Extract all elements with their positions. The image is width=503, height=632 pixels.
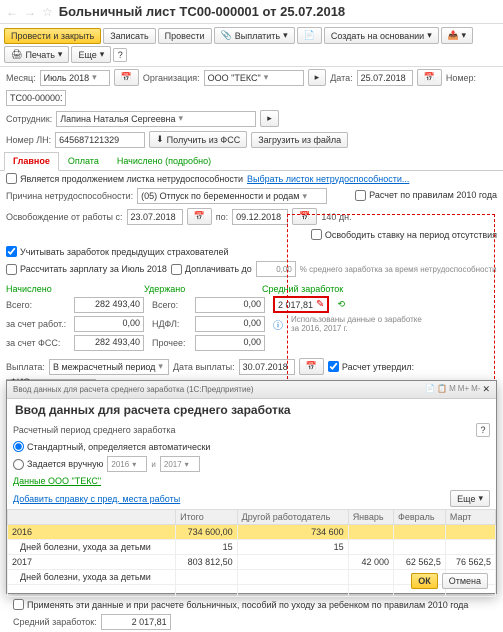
from-cal-icon[interactable]: 📅 bbox=[187, 208, 212, 225]
calc-period-label: Расчетный период среднего заработка bbox=[13, 425, 176, 435]
avg-header: Средний заработок bbox=[262, 284, 343, 294]
absence-from[interactable] bbox=[127, 209, 183, 225]
total-withheld: 0,00 bbox=[195, 297, 265, 313]
reason-select[interactable]: (05) Отпуск по беременности и родам bbox=[137, 188, 327, 204]
cancel-button[interactable]: Отмена bbox=[442, 573, 488, 589]
year1-select[interactable]: 2016 bbox=[107, 456, 147, 472]
payment-select[interactable]: В межрасчетный период bbox=[49, 359, 169, 375]
ok-button[interactable]: ОК bbox=[411, 573, 438, 589]
close-icon[interactable]: ✕ bbox=[482, 384, 490, 395]
recalc-check[interactable]: Рассчитать зарплату за Июль 2018 bbox=[6, 264, 167, 275]
employer-amt: 0,00 bbox=[74, 316, 144, 332]
year2-select[interactable]: 2017 bbox=[160, 456, 200, 472]
tab-pay[interactable]: Оплата bbox=[59, 152, 108, 170]
recalc-icon[interactable]: ⟲ bbox=[337, 299, 345, 310]
table-row[interactable]: Дней болезни, ухода за детьми1515 bbox=[8, 540, 496, 555]
continuation-check[interactable]: Является продолжением листка нетрудоспос… bbox=[6, 173, 243, 184]
fss-amt: 282 493,40 bbox=[74, 335, 144, 351]
payment-label: Выплата: bbox=[6, 362, 45, 372]
pay-button[interactable]: 📎 Выплатить ▾ bbox=[214, 27, 295, 44]
other-amt: 0,00 bbox=[195, 335, 265, 351]
num-label: Номер: bbox=[446, 73, 476, 83]
modal-title: Ввод данных для расчета среднего заработ… bbox=[7, 399, 496, 421]
add-ref-link[interactable]: Добавить справку с пред. места работы bbox=[13, 494, 180, 504]
info-text: Использованы данные о заработке за 2016,… bbox=[291, 315, 431, 333]
file-button[interactable]: Загрузить из файла bbox=[251, 132, 348, 148]
num-input[interactable] bbox=[6, 90, 66, 106]
table-row[interactable]: 2016734 600,00734 600 bbox=[8, 525, 496, 540]
absence-label: Освобождение от работы с: bbox=[6, 212, 123, 222]
org-select[interactable]: ООО "ТЕКС" bbox=[204, 70, 304, 86]
modal-more-button[interactable]: Еще ▾ bbox=[450, 490, 490, 507]
avg-earnings-modal: Ввод данных для расчета среднего заработ… bbox=[6, 380, 497, 594]
print-button[interactable]: 🖨 Печать ▾ bbox=[4, 46, 69, 63]
ndfl-amt: 0,00 bbox=[195, 316, 265, 332]
pick-sheet-link[interactable]: Выбрать листок нетрудоспособности... bbox=[247, 174, 409, 184]
modal-window-title: Ввод данных для расчета среднего заработ… bbox=[13, 385, 254, 394]
fss-button[interactable]: ⬇ Получить из ФСС bbox=[149, 131, 247, 148]
modal-avg-label: Средний заработок: bbox=[13, 617, 97, 627]
post-close-button[interactable]: Провести и закрыть bbox=[4, 28, 101, 44]
prev-ins-check[interactable]: Учитывать заработок предыдущих страховат… bbox=[6, 246, 229, 257]
help-icon[interactable]: ? bbox=[476, 423, 490, 437]
star-icon[interactable]: ☆ bbox=[42, 5, 53, 19]
apply2010-check[interactable]: Применять эти данные и при расчете больн… bbox=[13, 599, 468, 610]
date-picker[interactable]: 📅 bbox=[417, 69, 442, 86]
emp-label: Сотрудник: bbox=[6, 114, 52, 124]
avg-earnings-box[interactable]: 2 017,81✎ bbox=[273, 296, 329, 313]
ln-input[interactable] bbox=[55, 132, 145, 148]
pay-date[interactable] bbox=[239, 359, 295, 375]
date-input[interactable] bbox=[357, 70, 413, 86]
modal-avg-input[interactable] bbox=[101, 614, 171, 630]
create-based-button[interactable]: Создать на основании ▾ bbox=[324, 27, 439, 44]
days-label: 140 дн. bbox=[321, 212, 351, 222]
data-org-link[interactable]: Данные ООО "ТЕКС" bbox=[13, 476, 101, 486]
nav-back-icon[interactable]: ← bbox=[6, 5, 18, 19]
save-button[interactable]: Записать bbox=[103, 28, 155, 44]
help-button[interactable]: ? bbox=[113, 48, 127, 62]
nav-fwd-icon[interactable]: → bbox=[24, 5, 36, 19]
table-row[interactable]: 2017803 812,5042 00062 562,576 562,5 bbox=[8, 555, 496, 570]
supplement-check[interactable]: Доплачивать до bbox=[171, 264, 252, 275]
pencil-icon[interactable]: ✎ bbox=[316, 299, 324, 310]
month-select[interactable]: Июль 2018 bbox=[40, 70, 110, 86]
free-rate-check[interactable]: Освободить ставку на период отсутствия bbox=[311, 229, 497, 240]
org-label: Организация: bbox=[143, 73, 200, 83]
reason-label: Причина нетрудоспособности: bbox=[6, 191, 133, 201]
attach-button[interactable]: 📄 bbox=[297, 27, 322, 44]
to-cal-icon[interactable]: 📅 bbox=[292, 208, 317, 225]
more-button[interactable]: Еще ▾ bbox=[71, 46, 111, 63]
info-icon: ⓘ bbox=[273, 317, 283, 332]
supplement-pct[interactable] bbox=[256, 261, 296, 277]
absence-to[interactable] bbox=[232, 209, 288, 225]
withheld-header: Удержано bbox=[144, 284, 254, 294]
month-picker[interactable]: 📅 bbox=[114, 69, 139, 86]
emp-select[interactable]: Лапина Наталья Сергеевна bbox=[56, 111, 256, 127]
date-label: Дата: bbox=[330, 73, 352, 83]
ln-label: Номер ЛН: bbox=[6, 135, 51, 145]
page-title: Больничный лист ТС00-000001 от 25.07.201… bbox=[59, 4, 345, 19]
radio-manual[interactable]: Задается вручную bbox=[13, 459, 103, 470]
pay-cal-icon[interactable]: 📅 bbox=[299, 358, 324, 375]
emp-open[interactable]: ▸ bbox=[260, 110, 279, 127]
total-accrued: 282 493,40 bbox=[74, 297, 144, 313]
tab-calc[interactable]: Начислено (подробно) bbox=[108, 152, 220, 170]
rules2010-check[interactable]: Расчет по правилам 2010 года bbox=[355, 190, 497, 201]
export-button[interactable]: 📤 ▾ bbox=[441, 27, 473, 44]
org-open[interactable]: ▸ bbox=[308, 69, 327, 86]
tab-main[interactable]: Главное bbox=[4, 152, 59, 171]
month-label: Месяц: bbox=[6, 73, 36, 83]
radio-auto[interactable]: Стандартный, определяется автоматически bbox=[13, 441, 210, 452]
approved-check[interactable]: Расчет утвердил: bbox=[328, 361, 414, 372]
post-button[interactable]: Провести bbox=[158, 28, 212, 44]
accrued-header: Начислено bbox=[6, 284, 136, 294]
